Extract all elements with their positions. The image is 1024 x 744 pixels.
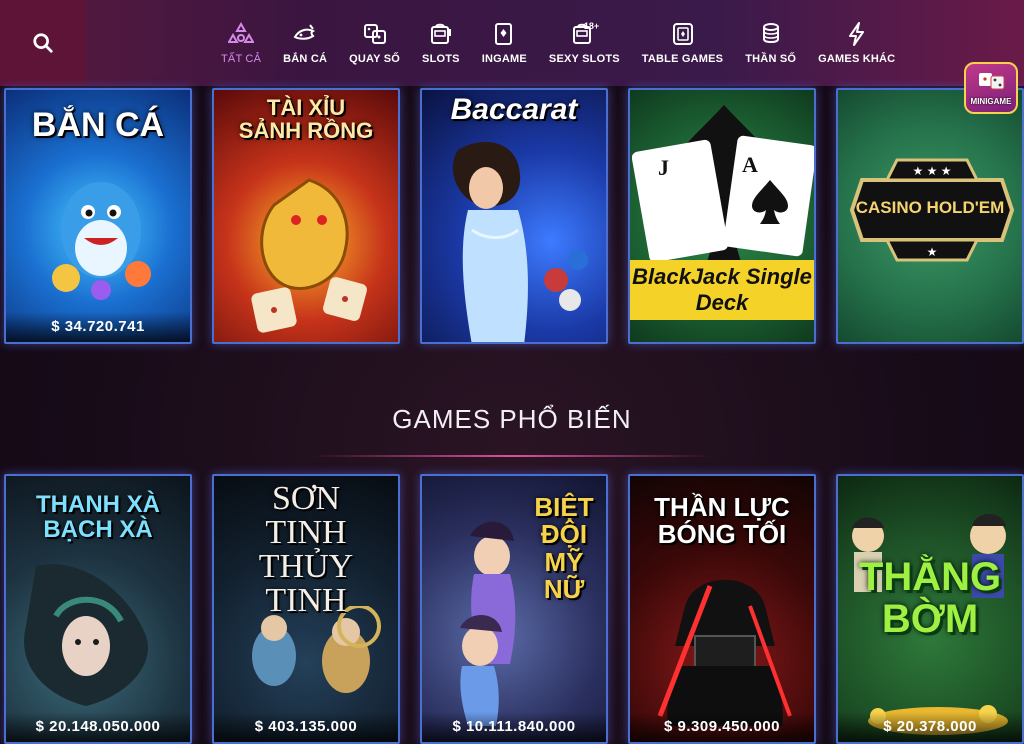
nav-tab-fishing[interactable]: BẮN CÁ <box>272 0 338 86</box>
popular-games-row: THANH XÀ BẠCH XÀ $ 20.148.050.000 SƠN TI… <box>4 474 1024 744</box>
nav-tab-label: GAMES KHÁC <box>818 53 896 65</box>
nav-tab-ingame[interactable]: INGAME <box>471 0 538 86</box>
nav-tab-label: SEXY SLOTS <box>548 53 620 65</box>
game-jackpot: $ 34.720.741 <box>6 312 190 342</box>
top-navigation-bar: TẤT CẢ BẮN CÁ QUAY SỐ SLOTS INGAME 18+ S… <box>0 0 1024 86</box>
popular-games-heading: GAMES PHỔ BIẾN <box>392 404 632 434</box>
game-jackpot: $ 9.309.450.000 <box>630 712 814 742</box>
game-title: Baccarat <box>450 93 578 126</box>
warriors-illustration <box>252 606 381 693</box>
age-badge: 18+ <box>583 21 600 31</box>
svg-text:★ ★ ★: ★ ★ ★ <box>913 164 952 178</box>
svg-text:J: J <box>658 155 669 180</box>
game-card-casino-holdem[interactable]: ★ ★ ★ ★ CASINO HOLD'EM <box>836 88 1024 344</box>
nav-tab-label: SLOTS <box>422 53 460 65</box>
game-card-thanh-xa-bach-xa[interactable]: THANH XÀ BẠCH XÀ $ 20.148.050.000 <box>4 474 192 744</box>
nav-tab-lottery[interactable]: QUAY SỐ <box>338 0 411 86</box>
game-card-baccarat[interactable]: Baccarat <box>420 88 608 344</box>
game-jackpot: $ 20.148.050.000 <box>6 712 190 742</box>
featured-games-row: BẮN CÁ $ 34.720.741 TÀI XỈU SẢNH RỒNG Ba… <box>4 88 1024 344</box>
game-jackpot: $ 20.378.000 <box>838 712 1022 742</box>
game-title: TÀI XỈU SẢNH RỒNG <box>238 95 374 144</box>
svg-text:A: A <box>742 152 758 177</box>
table-cards-icon <box>672 23 693 45</box>
game-title: BlackJack Single Deck <box>630 260 814 320</box>
dark-lord-illustration <box>657 579 792 726</box>
nav-tab-label: INGAME <box>481 53 527 65</box>
search-icon <box>33 33 53 53</box>
minigame-label: MINIGAME <box>970 97 1012 106</box>
dragon-dice-illustration <box>251 178 367 333</box>
snake-lady-illustration <box>24 564 148 706</box>
nav-tab-slots[interactable]: SLOTS <box>411 0 471 86</box>
nav-tab-all[interactable]: TẤT CẢ <box>210 0 272 86</box>
game-title: BẮN CÁ <box>31 106 165 144</box>
game-title: THẰNG BỜM <box>858 555 1002 641</box>
nav-tab-table-games[interactable]: TABLE GAMES <box>631 0 734 86</box>
cards-icon <box>495 23 513 45</box>
svg-text:★: ★ <box>927 245 938 259</box>
all-games-icon <box>228 21 255 43</box>
nav-tab-label: TABLE GAMES <box>641 53 724 65</box>
dealer-illustration <box>452 142 588 342</box>
fish-icon <box>293 24 316 40</box>
game-card-ban-ca[interactable]: BẮN CÁ $ 34.720.741 <box>4 88 192 344</box>
shark-illustration <box>52 182 151 300</box>
game-title: SƠN TINH THỦY TINH <box>258 480 354 619</box>
game-title: BIỆT ĐỘI MỸ NỮ <box>534 492 594 604</box>
game-title: THẦN LỰC BÓNG TỐI <box>654 492 790 550</box>
nav-tab-numbers[interactable]: THẦN SỐ <box>734 0 807 86</box>
heading-divider <box>312 455 712 457</box>
game-card-tai-xiu-sanh-rong[interactable]: TÀI XỈU SẢNH RỒNG <box>212 88 400 344</box>
minigame-button[interactable]: MINIGAME <box>964 62 1018 114</box>
game-title: THANH XÀ BẠCH XÀ <box>36 491 160 544</box>
game-jackpot: $ 403.135.000 <box>214 712 398 742</box>
game-title: CASINO HOLD'EM <box>855 198 1005 217</box>
game-card-biet-doi-my-nu[interactable]: BIỆT ĐỘI MỸ NỮ $ 10.111.840.000 <box>420 474 608 744</box>
slot-machine-icon <box>430 23 451 44</box>
nav-tab-sexy-slots[interactable]: 18+ SEXY SLOTS <box>538 0 631 86</box>
nav-tab-label: BẮN CÁ <box>283 53 328 65</box>
dice-icon <box>979 73 1005 90</box>
game-jackpot: $ 10.111.840.000 <box>422 712 606 742</box>
game-card-than-luc-bong-toi[interactable]: THẦN LỰC BÓNG TỐI $ 9.309.450.000 <box>628 474 816 744</box>
nav-tab-label: QUAY SỐ <box>349 53 401 65</box>
lightning-icon <box>848 22 864 46</box>
nav-tab-other-games[interactable]: GAMES KHÁC <box>807 0 906 86</box>
game-card-thang-bom[interactable]: THẰNG BỜM $ 20.378.000 <box>836 474 1024 744</box>
dice-icon <box>363 24 386 44</box>
coin-stack-icon <box>762 23 779 44</box>
nav-tab-label: TẤT CẢ <box>221 53 262 65</box>
game-card-blackjack[interactable]: J A BlackJack Single Deck <box>628 88 816 344</box>
nav-tab-label: THẦN SỐ <box>745 53 797 65</box>
game-card-son-tinh-thuy-tinh[interactable]: SƠN TINH THỦY TINH $ 403.135.000 <box>212 474 400 744</box>
search-button[interactable] <box>0 0 86 86</box>
category-nav: TẤT CẢ BẮN CÁ QUAY SỐ SLOTS INGAME 18+ S… <box>210 0 906 86</box>
